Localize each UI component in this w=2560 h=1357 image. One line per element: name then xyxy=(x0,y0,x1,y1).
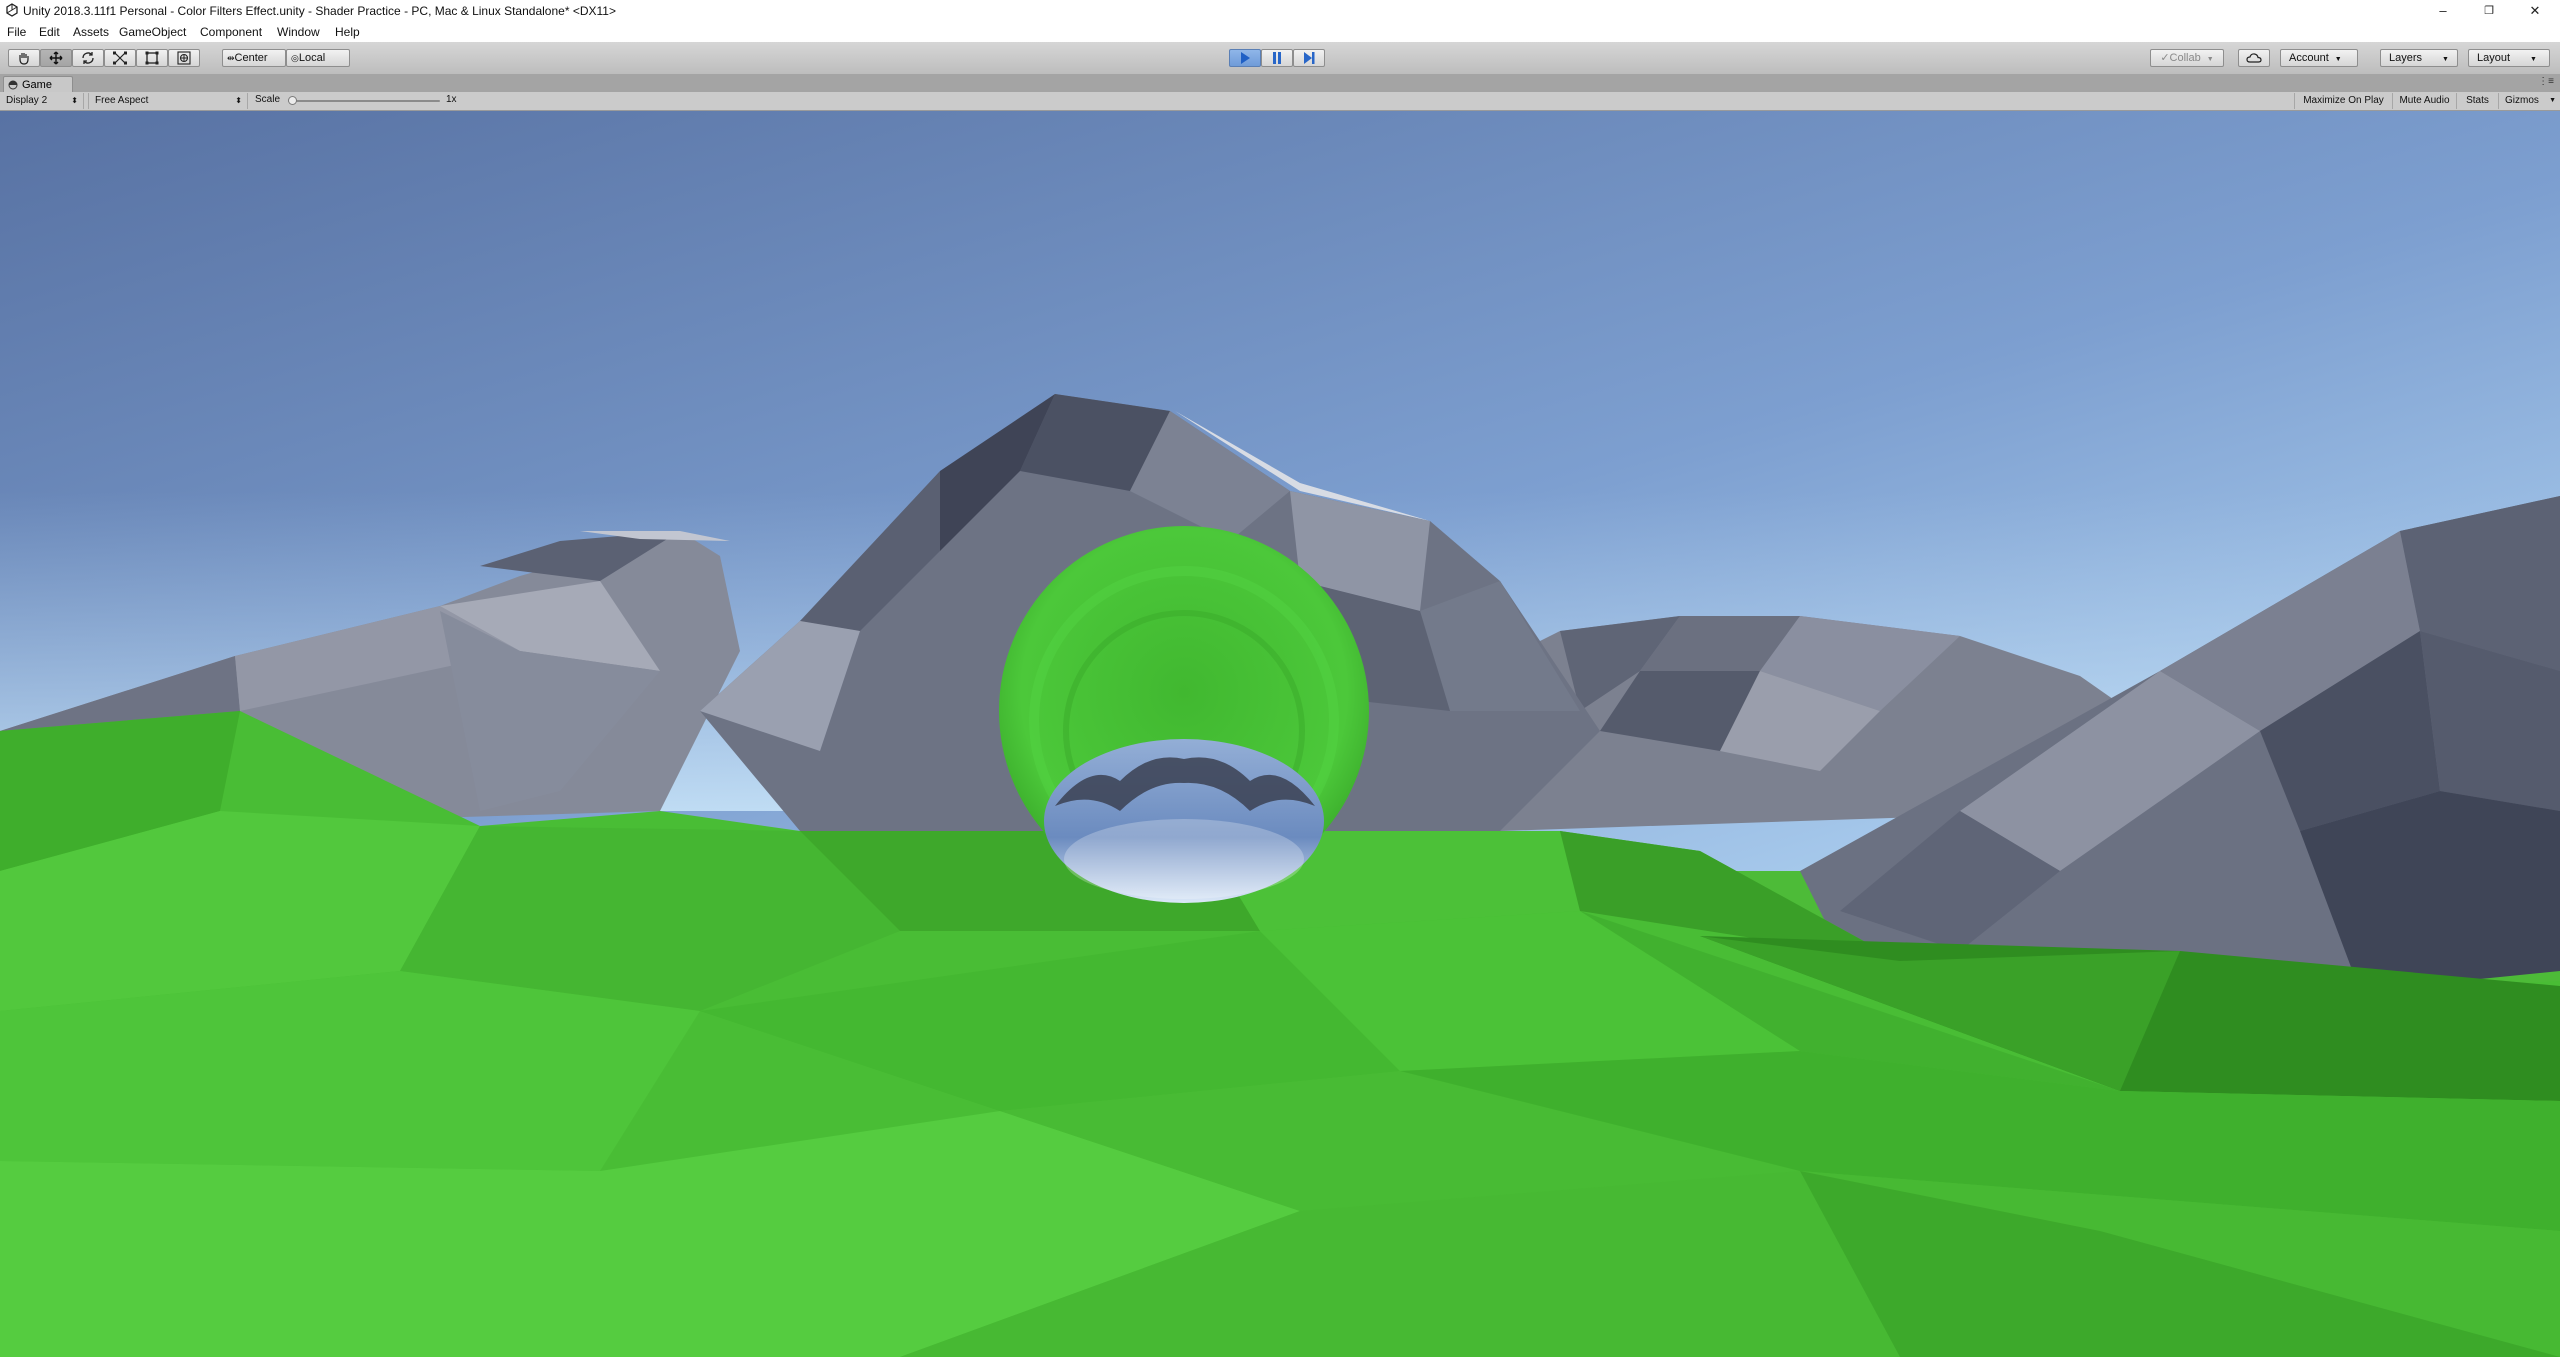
menu-window[interactable]: Window xyxy=(277,25,320,39)
game-view-controls: Display 2 ⬍ Free Aspect ⬍ Scale 1x Maxim… xyxy=(0,92,2560,111)
mute-audio-toggle[interactable]: Mute Audio xyxy=(2392,93,2456,109)
panel-tab-bar: Game ⋮≡ xyxy=(0,74,2560,93)
gizmos-dropdown[interactable]: Gizmos ▼ xyxy=(2498,93,2560,109)
scale-slider-thumb[interactable] xyxy=(288,96,297,105)
layers-chevron-down-icon: ▼ xyxy=(2442,56,2449,63)
layers-dropdown[interactable]: Layers ▼ xyxy=(2380,49,2458,67)
play-button[interactable] xyxy=(1229,49,1261,67)
display-label: Display 2 xyxy=(6,95,48,106)
tab-game-label: Game xyxy=(22,79,52,91)
aspect-label: Free Aspect xyxy=(95,95,149,106)
pivot-center-icon: ⇹ xyxy=(227,53,235,63)
scale-slider-track xyxy=(288,100,440,102)
layout-label: Layout xyxy=(2477,52,2511,64)
pause-icon xyxy=(1273,52,1281,64)
move-tool-button[interactable] xyxy=(40,49,72,67)
menu-gameobject[interactable]: GameObject xyxy=(119,25,186,39)
stats-toggle[interactable]: Stats xyxy=(2456,93,2498,109)
glass-orb xyxy=(999,526,1369,903)
collab-label: Collab xyxy=(2169,52,2201,64)
rotate-icon xyxy=(82,52,94,64)
account-chevron-down-icon: ▼ xyxy=(2334,56,2342,63)
scale-label: Scale xyxy=(255,94,281,105)
collab-chevron-down-icon: ▼ xyxy=(2206,56,2214,63)
display-dropdown[interactable]: Display 2 ⬍ xyxy=(0,93,84,109)
display-chevron-icon: ⬍ xyxy=(71,96,78,105)
window-title: Unity 2018.3.11f1 Personal - Color Filte… xyxy=(23,4,616,18)
pivot-mode-button[interactable]: ⇹Center xyxy=(222,49,286,67)
menu-file[interactable]: File xyxy=(7,25,26,39)
aspect-chevron-icon: ⬍ xyxy=(235,96,242,105)
orb-reflection-rim xyxy=(1064,819,1304,899)
window-title-bar: Unity 2018.3.11f1 Personal - Color Filte… xyxy=(0,0,2560,22)
cloud-icon xyxy=(2246,53,2262,63)
menu-help[interactable]: Help xyxy=(335,25,360,39)
collab-check-icon: ✓ xyxy=(2160,52,2170,64)
menu-bar: File Edit Assets GameObject Component Wi… xyxy=(0,22,2560,42)
panel-menu-icon[interactable]: ⋮≡ xyxy=(2538,76,2554,87)
menu-component[interactable]: Component xyxy=(200,25,262,39)
account-label: Account xyxy=(2289,52,2329,64)
game-viewport[interactable] xyxy=(0,111,2560,1357)
cloud-button[interactable] xyxy=(2238,49,2270,67)
aspect-dropdown[interactable]: Free Aspect ⬍ xyxy=(88,93,248,109)
menu-assets[interactable]: Assets xyxy=(73,25,109,39)
account-dropdown[interactable]: Account ▼ xyxy=(2280,49,2358,67)
layout-dropdown[interactable]: Layout ▼ xyxy=(2468,49,2550,67)
gizmos-chevron-down-icon: ▼ xyxy=(2549,97,2556,104)
layout-chevron-down-icon: ▼ xyxy=(2530,56,2537,63)
menu-edit[interactable]: Edit xyxy=(39,25,60,39)
tab-game[interactable]: Game xyxy=(3,76,73,92)
transform-icon xyxy=(177,51,191,65)
rect-tool-icon xyxy=(145,51,159,65)
scale-value: 1x xyxy=(446,94,457,105)
maximize-on-play-toggle[interactable]: Maximize On Play xyxy=(2294,93,2392,109)
step-button[interactable] xyxy=(1293,49,1325,67)
main-toolbar: ⇹Center ◎Local ✓Collab ▼ Account ▼ Layers ▼… xyxy=(0,42,2560,75)
pivot-local-icon: ◎ xyxy=(291,53,299,63)
scale-icon xyxy=(113,51,127,65)
restore-button[interactable]: ❐ xyxy=(2466,0,2512,22)
pause-button[interactable] xyxy=(1261,49,1293,67)
close-button[interactable]: ✕ xyxy=(2512,0,2558,22)
rotate-tool-button[interactable] xyxy=(72,49,104,67)
scale-slider[interactable] xyxy=(288,96,440,106)
transform-tool-button[interactable] xyxy=(168,49,200,67)
hand-icon xyxy=(19,53,29,65)
hand-tool-button[interactable] xyxy=(8,49,40,67)
grass-facet xyxy=(0,971,700,1171)
minimize-button[interactable]: – xyxy=(2420,0,2466,22)
pivot-rotation-button[interactable]: ◎Local xyxy=(286,49,350,67)
game-scene-render xyxy=(0,111,2560,1357)
pivot-rotation-label: Local xyxy=(298,52,326,64)
move-icon xyxy=(49,51,63,65)
pivot-mode-label: Center xyxy=(234,52,268,64)
scale-tool-button[interactable] xyxy=(104,49,136,67)
game-tab-icon xyxy=(8,80,18,90)
layers-label: Layers xyxy=(2389,52,2423,64)
step-icon xyxy=(1304,52,1315,64)
gizmos-label: Gizmos xyxy=(2505,95,2539,106)
collab-dropdown[interactable]: ✓Collab ▼ xyxy=(2150,49,2224,67)
rect-tool-button[interactable] xyxy=(136,49,168,67)
play-icon xyxy=(1241,52,1250,64)
unity-logo-icon xyxy=(6,3,18,17)
